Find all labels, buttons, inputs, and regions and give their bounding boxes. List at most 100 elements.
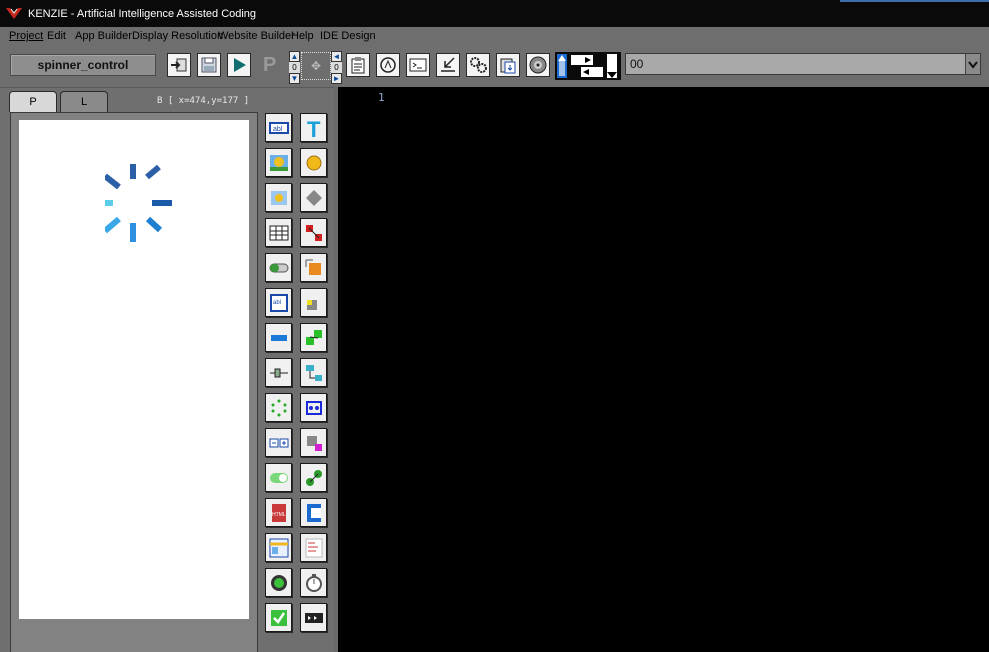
round-button-icon [306,155,321,170]
export-button[interactable] [167,53,191,77]
palette-tool-radio-button[interactable] [265,568,292,597]
palette-tool-numeric-stepper[interactable] [265,428,292,457]
layout-arrows-panel[interactable] [555,52,621,80]
move-yellow-icon [306,299,317,310]
multiline-text-icon: abl [269,293,288,312]
spinner-control[interactable] [105,164,195,246]
palette-tool-resize-pink[interactable] [300,428,327,457]
palette-tool-checkbox[interactable] [265,603,292,632]
clipboard-icon [351,57,365,74]
html-file-icon: HTML [271,503,286,522]
tab-p[interactable]: P [9,91,57,112]
arrange-arrows-icon [557,54,617,78]
nudge-down-button[interactable]: ▼ [289,73,300,84]
properties-button[interactable] [346,53,370,77]
palette-tool-move-yellow[interactable] [300,288,327,317]
palette-tool-window-layout[interactable] [265,533,292,562]
palette-tool-round-button[interactable] [300,148,327,177]
numeric-stepper-icon [269,438,288,447]
palette-tool-bounding-box[interactable] [300,393,327,422]
palette-tool-textbox[interactable]: abl [265,113,292,142]
textbox-icon: abl [268,121,289,134]
palette-tool-spinner-dots[interactable] [265,393,292,422]
menu-edit[interactable]: Edit [47,30,66,42]
disc-icon [529,56,547,74]
palette-tool-text-label[interactable]: T [300,113,327,142]
move-handle[interactable]: ✥ [301,52,331,80]
paste-button[interactable] [496,53,520,77]
link-green-icon [305,469,322,486]
window-accent-line [840,0,989,2]
palette-tool-connect-green[interactable] [300,323,327,352]
palette-tool-slider[interactable] [265,358,292,387]
resize-pink-icon [306,435,322,451]
stopwatch-icon [305,573,322,592]
settings-button[interactable] [466,53,490,77]
menu-ide-design[interactable]: IDE Design [320,30,376,42]
export-icon [171,58,187,72]
menu-project[interactable]: Project [9,30,43,42]
run-button[interactable] [227,53,251,77]
play-icon [234,58,246,72]
palette-tool-remove-link[interactable] [300,218,327,247]
refresh-ai-icon [380,57,396,73]
console-button[interactable] [406,53,430,77]
palette-tool-link-green[interactable] [300,463,327,492]
code-selector-combo[interactable]: 00 [625,53,981,75]
grid-table-icon [269,225,288,240]
checkbox-icon [270,609,287,626]
import-arrow-icon [441,57,455,72]
title-bar: KENZIE - Artificial Intelligence Assiste… [0,0,989,27]
media-strip-icon [304,612,323,623]
palette-tool-button-blue[interactable] [265,323,292,352]
progress-bar-icon [269,263,288,272]
code-editor[interactable]: 1 [338,87,989,652]
image-icon [269,154,288,171]
combo-dropdown-button[interactable] [965,54,980,74]
palette-tool-multiline-text[interactable]: abl [265,288,292,317]
palette-tool-grid-table[interactable] [265,218,292,247]
resize-orange-icon [305,259,321,275]
palette-tool-html-file[interactable]: HTML [265,498,292,527]
palette-tool-stopwatch[interactable] [300,568,327,597]
project-name-box[interactable]: spinner_control [10,54,156,76]
palette-tool-toggle-switch[interactable] [265,463,292,492]
palette-tool-diamond-shape[interactable] [300,183,327,212]
design-canvas[interactable] [19,120,249,619]
palette-tool-tree-node[interactable] [300,358,327,387]
palette-tool-image[interactable] [265,148,292,177]
radio-button-icon [270,574,287,591]
nudge-left-button[interactable]: ◄ [331,51,342,62]
nudge-y-value: 0 [289,62,300,73]
p-indicator: P [263,54,277,76]
window-title: KENZIE - Artificial Intelligence Assiste… [28,8,257,20]
menu-bar: Project Edit App Builder Display Resolut… [0,27,989,44]
palette-tool-resize-orange[interactable] [300,253,327,282]
palette-tool-progress-bar[interactable] [265,253,292,282]
menu-website-builder[interactable]: Website Builder [218,30,295,42]
save-icon [201,57,217,73]
nudge-up-button[interactable]: ▲ [289,51,300,62]
menu-help[interactable]: Help [291,30,314,42]
terminal-icon [409,58,427,72]
window-layout-icon [269,538,288,557]
palette-tool-image-swap[interactable] [265,183,292,212]
chevron-down-icon [968,61,978,69]
svg-text:abl: abl [273,126,283,133]
list-document-icon [305,538,322,557]
save-button[interactable] [197,53,221,77]
palette-tool-pdf-export[interactable] [300,498,327,527]
diamond-shape-icon [305,189,322,206]
nudge-right-button[interactable]: ► [331,73,342,84]
ai-assist-button[interactable] [376,53,400,77]
record-button[interactable] [526,53,550,77]
menu-display-resolution[interactable]: Display Resolution [132,30,223,42]
palette-tool-list-document[interactable] [300,533,327,562]
cursor-coordinates: B [ x=474,y=177 ] [157,96,250,106]
import-button[interactable] [436,53,460,77]
kenzie-logo-icon [6,8,22,19]
menu-app-builder[interactable]: App Builder [75,30,132,42]
palette-tool-media-strip[interactable] [300,603,327,632]
tab-l[interactable]: L [60,91,108,112]
pdf-export-icon [306,503,321,522]
